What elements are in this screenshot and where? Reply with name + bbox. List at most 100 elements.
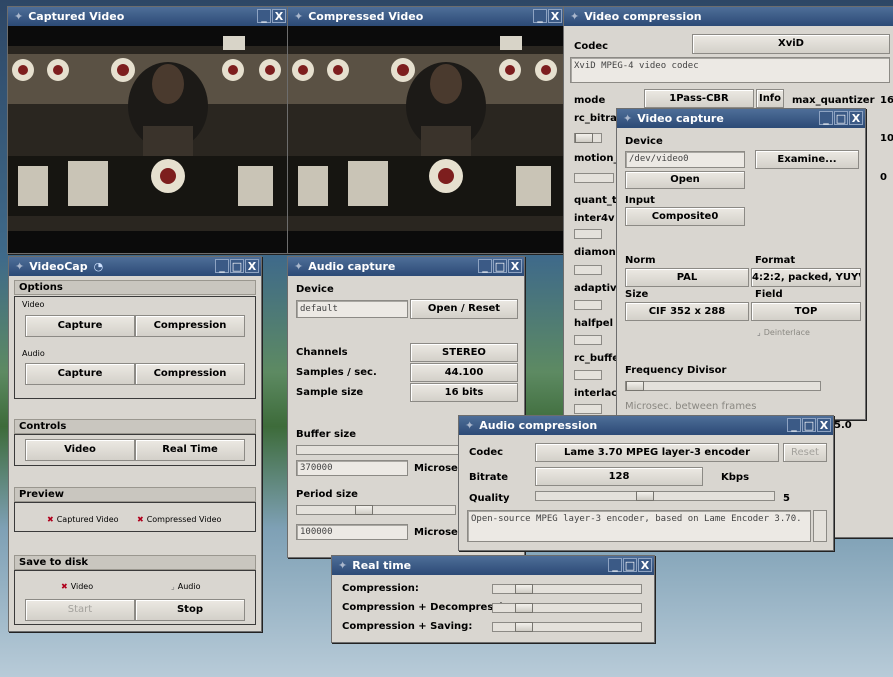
sample-size-select[interactable]: 16 bits — [410, 383, 518, 402]
device-label: Device — [625, 136, 663, 147]
interlacing-toggle[interactable] — [574, 404, 602, 414]
period-size-slider[interactable] — [296, 505, 456, 515]
reset-button[interactable]: Reset — [783, 443, 827, 462]
start-button[interactable]: Start — [25, 599, 135, 621]
samples-select[interactable]: 44.100 — [410, 363, 518, 382]
rc-buffer-toggle[interactable] — [574, 370, 602, 380]
compression-label: Compression: — [342, 583, 419, 594]
codec-select[interactable]: Lame 3.70 MPEG layer-3 encoder — [535, 443, 779, 462]
preview-header: Preview — [14, 487, 256, 502]
video-compression-button[interactable]: Compression — [135, 315, 245, 337]
codec-select[interactable]: XviD — [692, 34, 890, 54]
norm-select[interactable]: PAL — [625, 268, 749, 287]
window-menu-icon[interactable]: ✦ — [294, 10, 303, 23]
close-icon[interactable]: X — [849, 111, 863, 125]
deinterlace-checkbox[interactable]: ⌟ Deinterlace — [757, 328, 810, 337]
window-menu-icon[interactable]: ✦ — [623, 112, 632, 125]
minimize-icon[interactable]: _ — [257, 9, 271, 23]
window-menu-icon[interactable]: ✦ — [15, 260, 24, 273]
save-video-checkbox[interactable]: ✖ Video — [61, 582, 93, 591]
minimize-icon[interactable]: _ — [215, 259, 229, 273]
codec-description: Open-source MPEG layer-3 encoder, based … — [467, 510, 811, 542]
stop-button[interactable]: Stop — [135, 599, 245, 621]
open-button[interactable]: Open — [625, 171, 745, 189]
close-icon[interactable]: X — [548, 9, 562, 23]
quality-slider[interactable] — [535, 491, 775, 501]
window-menu-icon[interactable]: ✦ — [570, 10, 579, 23]
minimize-icon[interactable]: _ — [819, 111, 833, 125]
slider-thumb[interactable] — [636, 491, 654, 501]
minimize-icon[interactable]: _ — [478, 259, 492, 273]
frequency-divisor-slider[interactable] — [625, 381, 821, 391]
inter4v-toggle[interactable] — [574, 229, 602, 239]
device-input[interactable]: /dev/video0 — [625, 151, 745, 168]
max-quantizer-label: max_quantizer — [792, 95, 875, 106]
window-title: Compressed Video — [308, 10, 424, 23]
max-quantizer-value: 16 — [880, 95, 893, 106]
audio-group-label: Audio — [22, 349, 45, 358]
info-button[interactable]: Info — [756, 89, 784, 108]
save-audio-checkbox[interactable]: ⌟ Audio — [171, 582, 201, 591]
format-select[interactable]: 4:2:2, packed, YUYV — [751, 268, 861, 287]
minimize-icon[interactable]: _ — [787, 418, 801, 432]
audio-compression-button[interactable]: Compression — [135, 363, 245, 385]
titlebar[interactable]: ✦ Audio compression _ □ X — [459, 416, 833, 435]
bitrate-select[interactable]: 128 — [535, 467, 703, 486]
compressed-video-checkbox[interactable]: ✖ Compressed Video — [137, 515, 221, 524]
description-scrollbar[interactable] — [813, 510, 827, 542]
titlebar[interactable]: ✦ Compressed Video _ X — [288, 7, 564, 26]
titlebar[interactable]: ✦ VideoCap ◔ _ □ X — [9, 257, 261, 276]
video-capture-button[interactable]: Capture — [25, 315, 135, 337]
slider-thumb[interactable] — [355, 505, 373, 515]
input-select[interactable]: Composite0 — [625, 207, 745, 226]
close-icon[interactable]: X — [508, 259, 522, 273]
open-reset-button[interactable]: Open / Reset — [410, 299, 518, 319]
period-value-input[interactable]: 100000 — [296, 524, 408, 540]
size-select[interactable]: CIF 352 x 288 — [625, 302, 749, 321]
window-menu-icon[interactable]: ✦ — [294, 260, 303, 273]
titlebar[interactable]: ✦ Video compression — [564, 7, 893, 26]
mode-select[interactable]: 1Pass-CBR — [644, 89, 754, 108]
close-icon[interactable]: X — [638, 558, 652, 572]
motion-value: 0 — [880, 172, 887, 183]
close-icon[interactable]: X — [272, 9, 286, 23]
diamond-toggle[interactable] — [574, 265, 602, 275]
maximize-icon[interactable]: □ — [834, 111, 848, 125]
examine-button[interactable]: Examine... — [755, 150, 859, 169]
field-select[interactable]: TOP — [751, 302, 861, 321]
slider-thumb[interactable] — [575, 133, 593, 143]
adaptive-toggle[interactable] — [574, 300, 602, 310]
close-icon[interactable]: X — [817, 418, 831, 432]
window-title: Real time — [352, 559, 412, 572]
window-menu-icon[interactable]: ✦ — [14, 10, 23, 23]
minimize-icon[interactable]: _ — [533, 9, 547, 23]
audio-capture-button[interactable]: Capture — [25, 363, 135, 385]
captured-video-checkbox[interactable]: ✖ Captured Video — [47, 515, 119, 524]
real-time-button[interactable]: Real Time — [135, 439, 245, 461]
motion-slider[interactable] — [574, 173, 614, 183]
close-icon[interactable]: X — [245, 259, 259, 273]
titlebar[interactable]: ✦ Audio capture _ □ X — [288, 257, 524, 276]
maximize-icon[interactable]: □ — [802, 418, 816, 432]
halfpel-toggle[interactable] — [574, 335, 602, 345]
window-menu-icon[interactable]: ✦ — [338, 559, 347, 572]
maximize-icon[interactable]: □ — [493, 259, 507, 273]
window-menu-icon[interactable]: ✦ — [465, 419, 474, 432]
channels-select[interactable]: STEREO — [410, 343, 518, 362]
titlebar[interactable]: ✦ Video capture _ □ X — [617, 109, 865, 128]
checkbox-empty-icon: ⌟ — [171, 582, 175, 591]
titlebar[interactable]: ✦ Real time _ □ X — [332, 556, 654, 575]
rc-bitrate-slider[interactable] — [574, 133, 602, 143]
video-button[interactable]: Video — [25, 439, 135, 461]
maximize-icon[interactable]: □ — [230, 259, 244, 273]
checkbox-checked-icon: ✖ — [61, 582, 68, 591]
quality-value: 5 — [783, 493, 790, 504]
buffer-value-input[interactable]: 370000 — [296, 460, 408, 476]
window-title: Video capture — [637, 112, 724, 125]
device-label: Device — [296, 284, 334, 295]
device-input[interactable]: default — [296, 300, 408, 318]
maximize-icon[interactable]: □ — [623, 558, 637, 572]
titlebar[interactable]: ✦ Captured Video _ X — [8, 7, 288, 26]
minimize-icon[interactable]: _ — [608, 558, 622, 572]
slider-thumb[interactable] — [626, 381, 644, 391]
